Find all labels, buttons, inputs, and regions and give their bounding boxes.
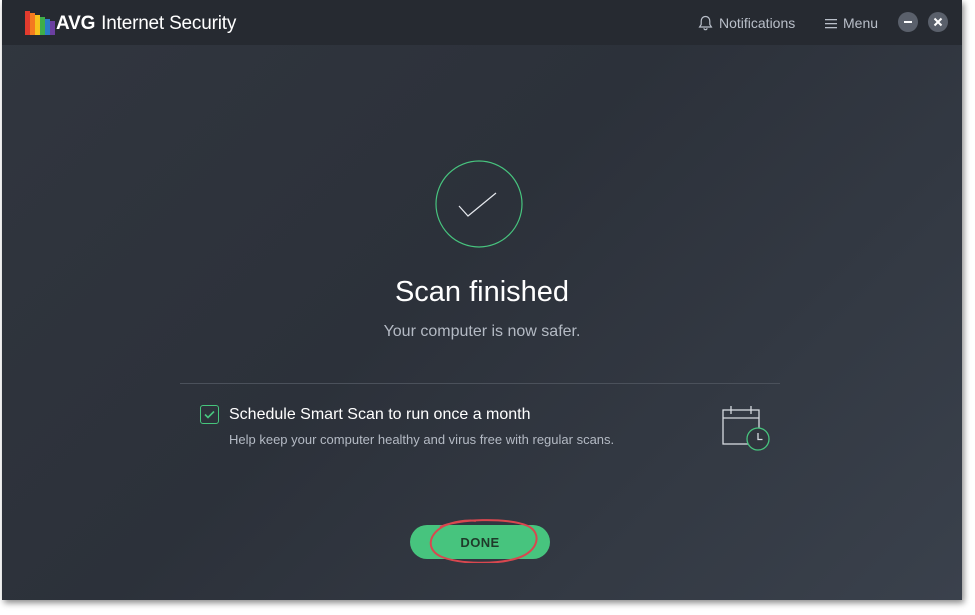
product-name: Internet Security — [101, 13, 237, 34]
menu-label: Menu — [843, 15, 879, 31]
done-button[interactable]: DONE — [410, 525, 550, 559]
scan-complete-check-icon — [435, 160, 523, 248]
app-title: AVG Internet Security — [56, 13, 236, 35]
schedule-scan-title: Schedule Smart Scan to run once a month — [229, 406, 531, 423]
close-icon — [933, 17, 943, 27]
menu-button[interactable]: Menu — [825, 15, 878, 31]
checkmark-icon — [204, 410, 215, 419]
scan-status-title: Scan finished — [394, 276, 570, 308]
app-window: AVGInternet Security Notifications Menu — [2, 0, 962, 600]
divider — [180, 383, 780, 384]
title-bar: AVG Internet Security Notifications Menu — [2, 0, 962, 45]
schedule-scan-description: Help keep your computer healthy and viru… — [229, 432, 615, 447]
notifications-label: Notifications — [719, 15, 796, 31]
calendar-clock-icon — [722, 406, 770, 451]
brand-name: AVG — [56, 13, 96, 34]
avg-logo-icon — [25, 11, 55, 35]
bell-icon — [698, 15, 713, 31]
scan-status-subtitle: Your computer is now safer. — [383, 323, 581, 340]
schedule-scan-checkbox[interactable] — [200, 405, 219, 424]
minimize-icon — [904, 21, 912, 23]
notifications-button[interactable]: Notifications — [698, 15, 795, 31]
minimize-button[interactable] — [898, 12, 918, 32]
close-button[interactable] — [928, 12, 948, 32]
hamburger-menu-icon — [825, 18, 837, 28]
